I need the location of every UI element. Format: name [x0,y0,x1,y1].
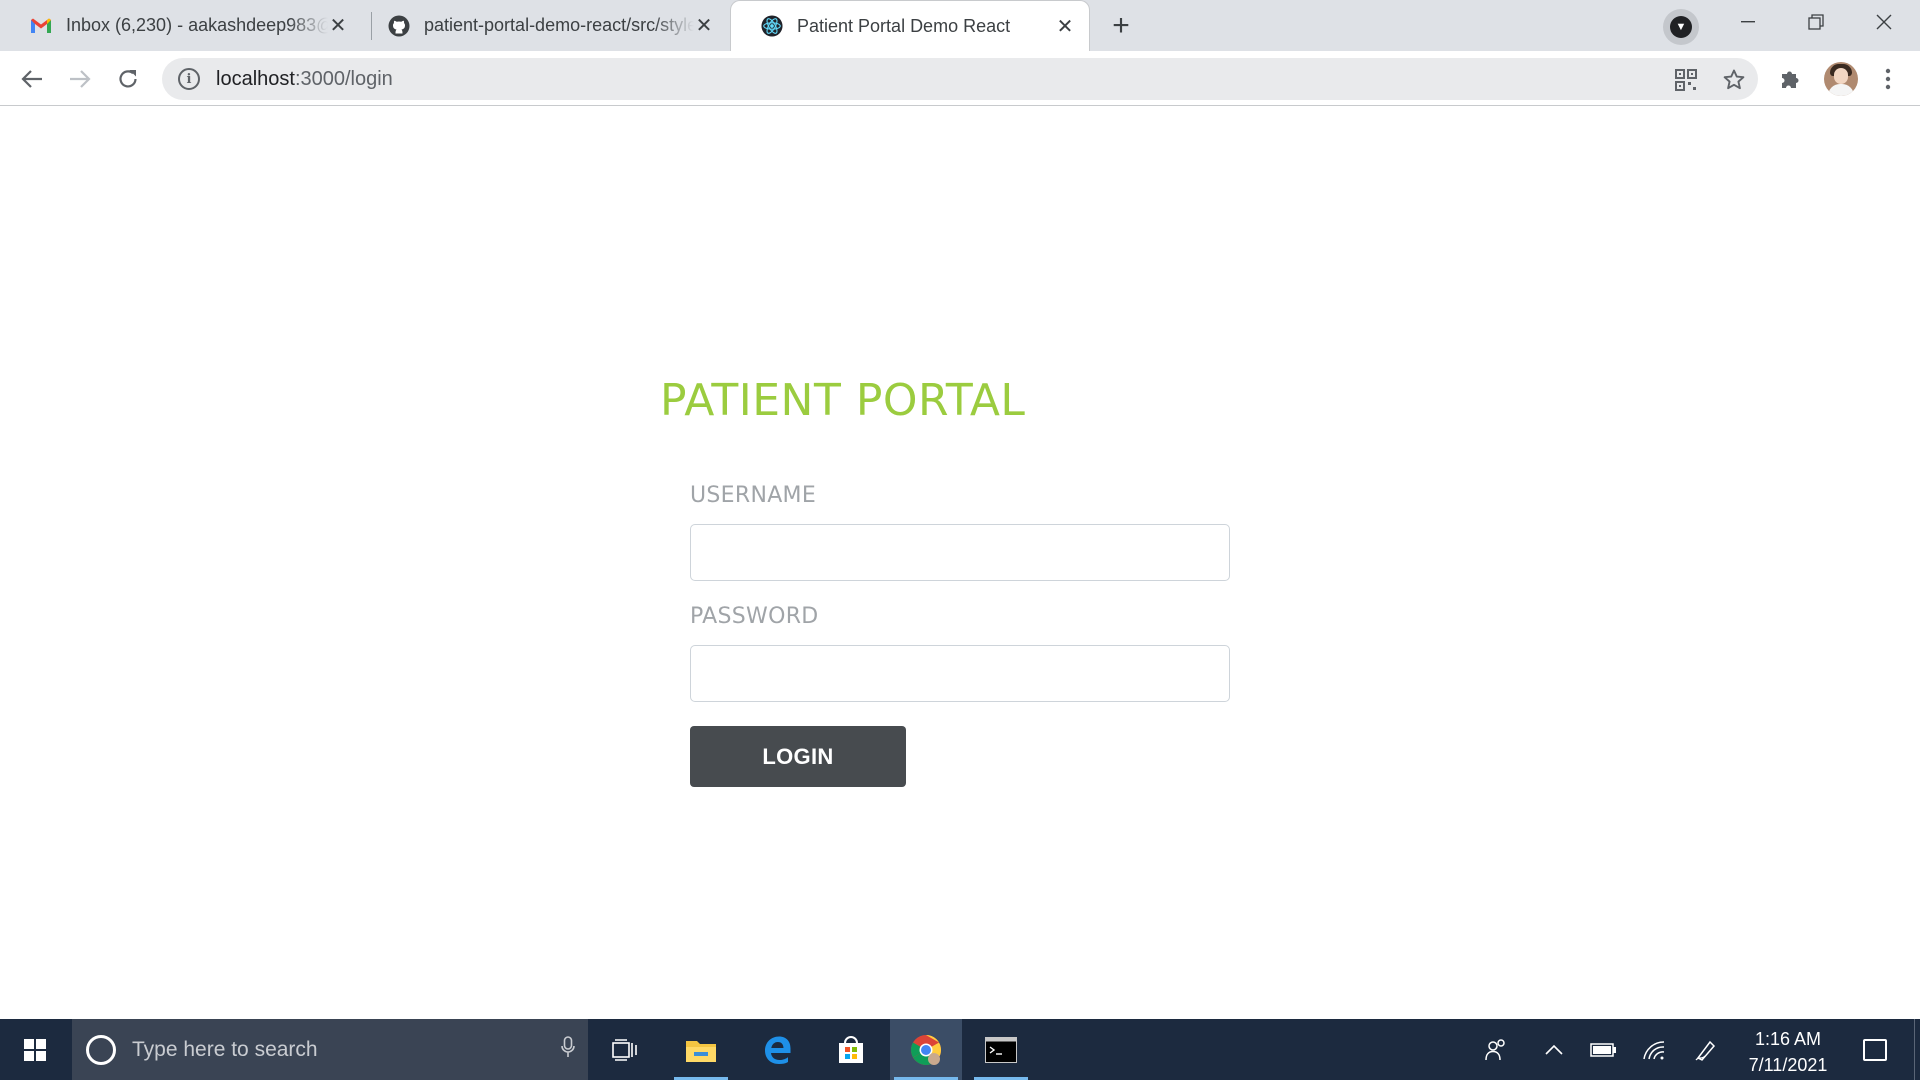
login-page: PATIENT PORTAL USERNAME PASSWORD LOGIN [0,107,1920,1019]
gmail-icon [30,15,52,37]
tab-gmail[interactable]: Inbox (6,230) - aakashdeep983@gmail.com … [0,0,362,51]
taskbar-clock[interactable]: 1:16 AM 7/11/2021 [1740,1026,1836,1078]
cortana-icon [86,1034,116,1065]
microphone-icon[interactable] [548,1035,588,1064]
taskbar-search-box[interactable]: Type here to search [72,1019,588,1080]
bookmark-star-icon[interactable] [1720,66,1748,94]
edge-browser-icon[interactable] [746,1019,808,1080]
react-icon [761,15,783,37]
chrome-taskbar-icon[interactable] [890,1019,962,1080]
tab-title: Patient Portal Demo React [797,15,1011,36]
page-title: PATIENT PORTAL [660,375,1026,426]
close-window-button[interactable] [1850,0,1918,44]
pen-ink-icon[interactable] [1682,1019,1730,1080]
new-tab-button[interactable]: + [1101,8,1141,44]
login-button[interactable]: LOGIN [690,726,906,787]
reload-button[interactable] [108,59,148,99]
chevron-down-icon: ▼ [1670,16,1692,38]
profile-avatar[interactable] [1824,62,1858,96]
password-input[interactable] [690,645,1230,702]
github-icon [388,15,410,37]
file-explorer-icon[interactable] [670,1019,732,1080]
browser-menu-icon[interactable] [1868,59,1908,99]
address-url[interactable]: localhost:3000/login [216,68,393,91]
tab-title: Inbox (6,230) - aakashdeep983@gmail.com … [66,15,328,35]
task-view-icon[interactable] [594,1019,656,1080]
minimize-button[interactable] [1714,0,1782,44]
microsoft-store-icon[interactable] [820,1019,882,1080]
username-label: USERNAME [690,483,817,508]
close-tab-icon[interactable]: ✕ [694,15,714,37]
people-icon[interactable] [1472,1019,1520,1080]
username-input[interactable] [690,524,1230,581]
qr-code-icon[interactable] [1672,66,1700,94]
action-center-icon[interactable] [1850,1019,1900,1080]
search-placeholder: Type here to search [132,1037,318,1061]
tab-search-button[interactable]: ▼ [1663,9,1699,45]
tab-title: patient-portal-demo-react/src/styles [424,15,694,35]
wifi-icon[interactable] [1630,1019,1678,1080]
back-button[interactable] [12,59,52,99]
clock-time: 1:16 AM [1754,1029,1822,1049]
extensions-puzzle-icon[interactable] [1770,59,1810,99]
clock-date: 7/11/2021 [1748,1055,1828,1075]
windows-taskbar: Type here to search 1:16 AM 7/11/2021 [0,1019,1920,1080]
site-info-icon[interactable]: i [178,68,200,90]
windows-logo-icon [24,1038,46,1061]
close-tab-icon[interactable]: ✕ [328,15,348,37]
browser-toolbar: i localhost:3000/login [0,51,1920,106]
browser-tab-strip: Inbox (6,230) - aakashdeep983@gmail.com … [0,0,1920,51]
battery-icon[interactable] [1580,1019,1628,1080]
command-prompt-icon[interactable] [970,1019,1032,1080]
close-tab-icon[interactable]: ✕ [1055,16,1075,38]
chevron-up-icon[interactable] [1530,1019,1578,1080]
start-button[interactable] [0,1019,70,1080]
show-desktop-button[interactable] [1914,1019,1920,1080]
address-bar[interactable]: i localhost:3000/login [162,58,1758,100]
password-label: PASSWORD [690,604,819,629]
restore-button[interactable] [1782,0,1850,44]
tab-patient-portal[interactable]: Patient Portal Demo React ✕ [730,0,1090,51]
forward-button[interactable] [60,59,100,99]
tab-github[interactable]: patient-portal-demo-react/src/styles ✕ [358,0,728,51]
